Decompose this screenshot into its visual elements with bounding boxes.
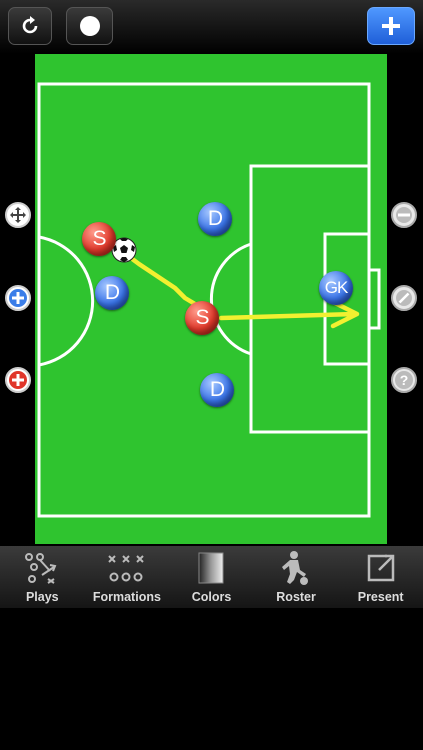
move-tool-button[interactable]: [5, 202, 31, 228]
add-button[interactable]: [367, 7, 415, 45]
minus-button[interactable]: [391, 202, 417, 228]
plays-icon: [25, 553, 57, 584]
undo-button[interactable]: [8, 7, 52, 45]
striker-player[interactable]: S: [82, 222, 116, 256]
tab-present[interactable]: Present: [338, 546, 423, 608]
tab-label: Roster: [276, 590, 316, 604]
defender-player[interactable]: D: [95, 276, 129, 310]
add-blue-player-icon: [9, 289, 27, 307]
tab-label: Colors: [191, 590, 232, 604]
player-label: D: [207, 207, 223, 230]
tab-label: Formations: [92, 590, 161, 604]
undo-icon: [22, 16, 38, 34]
goalkeeper-player[interactable]: GK: [319, 271, 353, 305]
defender-player[interactable]: D: [200, 373, 234, 407]
add-red-player-icon: [9, 371, 27, 389]
record-button[interactable]: [66, 7, 113, 45]
player-label: GK: [324, 278, 349, 297]
defender-player[interactable]: D: [198, 202, 232, 236]
move-icon: [10, 207, 26, 223]
tab-plays[interactable]: Plays: [0, 546, 85, 608]
record-dot-icon: [79, 16, 100, 36]
roster-icon: [282, 551, 309, 585]
present-icon: [367, 554, 394, 582]
player-label: S: [92, 227, 106, 250]
tab-roster[interactable]: Roster: [254, 546, 339, 608]
striker-player[interactable]: S: [185, 301, 219, 335]
tab-formations[interactable]: Formations: [85, 546, 170, 608]
player-label: D: [209, 378, 225, 401]
formations-icon: [108, 555, 144, 582]
draw-button[interactable]: [391, 285, 417, 311]
soccer-field[interactable]: S S D D D GK: [35, 54, 387, 544]
player-label: S: [195, 306, 209, 329]
tab-bar: Plays Formations Colors Roster Present: [0, 546, 423, 608]
add-blue-player-button[interactable]: [5, 285, 31, 311]
tab-label: Present: [357, 590, 404, 604]
add-red-player-button[interactable]: [5, 367, 31, 393]
help-icon: ?: [395, 371, 413, 389]
top-toolbar: [0, 0, 423, 54]
colors-icon: [198, 552, 224, 584]
tab-colors[interactable]: Colors: [169, 546, 254, 608]
minus-icon: [396, 207, 412, 223]
help-button[interactable]: ?: [391, 367, 417, 393]
player-label: D: [104, 281, 120, 304]
tab-label: Plays: [25, 590, 59, 604]
pencil-icon: [396, 290, 412, 306]
plus-icon: [382, 17, 400, 35]
